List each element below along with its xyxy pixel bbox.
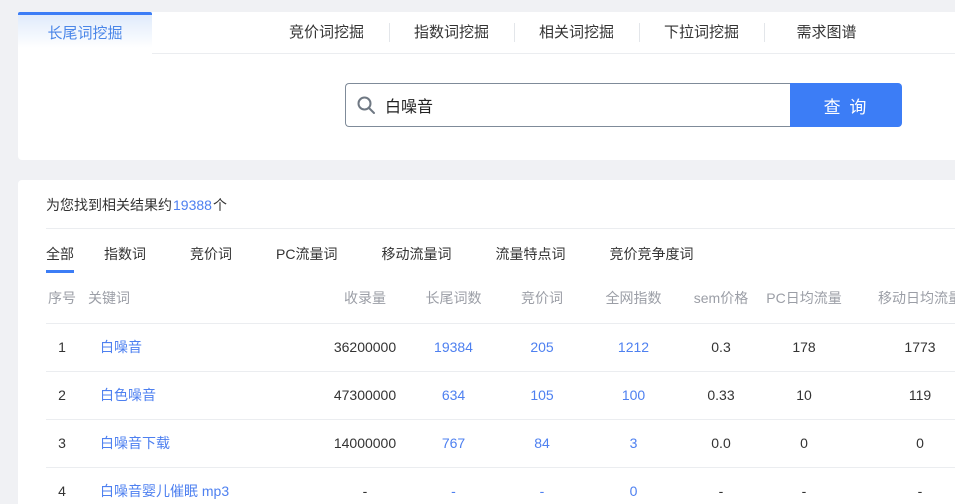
header-cell: 全网指数 — [587, 273, 680, 323]
results-table: 序号关键词收录量长尾词数竞价词全网指数sem价格PC日均流量移动日均流量 1白噪… — [46, 273, 955, 504]
filter-tab[interactable]: 全部 — [46, 244, 74, 273]
header-cell: 竞价词 — [497, 273, 587, 323]
row-index: 4 — [46, 467, 78, 504]
results-card: 为您找到相关结果约19388个 全部指数词竞价词PC流量词移动流量词流量特点词竞… — [18, 180, 955, 504]
metric-value: 14000000 — [320, 419, 410, 467]
query-button[interactable]: 查 询 — [790, 83, 902, 127]
metric-value: 0.0 — [680, 419, 762, 467]
filter-tab[interactable]: 流量特点词 — [495, 244, 565, 273]
search-row: 查 询 — [18, 54, 955, 127]
nav-tab[interactable]: 需求图谱 — [764, 12, 889, 53]
metric-value: 36200000 — [320, 323, 410, 371]
metric-value: 119 — [846, 371, 955, 419]
metric-value: 0 — [846, 419, 955, 467]
header-cell: PC日均流量 — [762, 273, 846, 323]
table-row: 3白噪音下载140000007678430.000 — [46, 419, 955, 467]
metric-value: - — [846, 467, 955, 504]
filter-tab[interactable]: 指数词 — [104, 244, 146, 273]
results-suffix: 个 — [213, 197, 227, 213]
filter-tab[interactable]: 竞价词 — [190, 244, 232, 273]
header-cell: 序号 — [46, 273, 78, 323]
metric-value: 47300000 — [320, 371, 410, 419]
header-cell: 长尾词数 — [410, 273, 497, 323]
row-index: 3 — [46, 419, 78, 467]
metric-link[interactable]: 767 — [410, 419, 497, 467]
metric-link[interactable]: - — [410, 467, 497, 504]
row-index: 2 — [46, 371, 78, 419]
nav-tab[interactable]: 相关词挖掘 — [514, 12, 639, 53]
metric-link[interactable]: - — [497, 467, 587, 504]
table-row: 4白噪音婴儿催眠 mp3---0--- — [46, 467, 955, 504]
table-row: 1白噪音362000001938420512120.31781773 — [46, 323, 955, 371]
header-cell: 收录量 — [320, 273, 410, 323]
metric-link[interactable]: 84 — [497, 419, 587, 467]
search-box — [345, 83, 790, 127]
metric-value: 0.3 — [680, 323, 762, 371]
header-cell: 关键词 — [78, 273, 320, 323]
metric-link[interactable]: 1212 — [587, 323, 680, 371]
metric-value: - — [762, 467, 846, 504]
search-icon — [356, 95, 376, 115]
keyword-link[interactable]: 白噪音婴儿催眠 mp3 — [78, 467, 320, 504]
filter-tab[interactable]: PC流量词 — [276, 244, 337, 273]
metric-value: 10 — [762, 371, 846, 419]
keyword-link[interactable]: 白噪音下载 — [78, 419, 320, 467]
metric-value: 178 — [762, 323, 846, 371]
search-input[interactable] — [385, 84, 790, 126]
result-count: 19388 — [173, 197, 212, 213]
results-summary: 为您找到相关结果约19388个 — [46, 180, 955, 214]
metric-value: 0.33 — [680, 371, 762, 419]
filter-tabs: 全部 指数词 竞价词 PC流量词 移动流量词 流量特点词 竞价竞争度词 — [46, 229, 955, 273]
results-prefix: 为您找到相关结果约 — [46, 197, 172, 213]
metric-link[interactable]: 0 — [587, 467, 680, 504]
table-row: 2白色噪音473000006341051000.3310119 — [46, 371, 955, 419]
nav-tab[interactable]: 下拉词挖掘 — [639, 12, 764, 53]
keyword-link[interactable]: 白色噪音 — [78, 371, 320, 419]
metric-value: - — [680, 467, 762, 504]
header-cell: sem价格 — [680, 273, 762, 323]
metric-link[interactable]: 19384 — [410, 323, 497, 371]
nav-tab[interactable]: 指数词挖掘 — [389, 12, 514, 53]
metric-value: 0 — [762, 419, 846, 467]
metric-value: 1773 — [846, 323, 955, 371]
metric-link[interactable]: 634 — [410, 371, 497, 419]
row-index: 1 — [46, 323, 78, 371]
filter-tab[interactable]: 移动流量词 — [381, 244, 451, 273]
keyword-link[interactable]: 白噪音 — [78, 323, 320, 371]
nav-tabs: 长尾词挖掘 竞价词挖掘指数词挖掘相关词挖掘下拉词挖掘需求图谱 — [18, 12, 955, 54]
metric-link[interactable]: 100 — [587, 371, 680, 419]
metric-link[interactable]: 105 — [497, 371, 587, 419]
keyword-tool-card: 长尾词挖掘 竞价词挖掘指数词挖掘相关词挖掘下拉词挖掘需求图谱 查 询 — [18, 12, 955, 160]
metric-link[interactable]: 3 — [587, 419, 680, 467]
filter-tab[interactable]: 竞价竞争度词 — [609, 244, 693, 273]
nav-tab[interactable]: 竞价词挖掘 — [264, 12, 389, 53]
metric-value: - — [320, 467, 410, 504]
metric-link[interactable]: 205 — [497, 323, 587, 371]
nav-tab[interactable]: 长尾词挖掘 — [18, 12, 152, 54]
header-cell: 移动日均流量 — [846, 273, 955, 323]
